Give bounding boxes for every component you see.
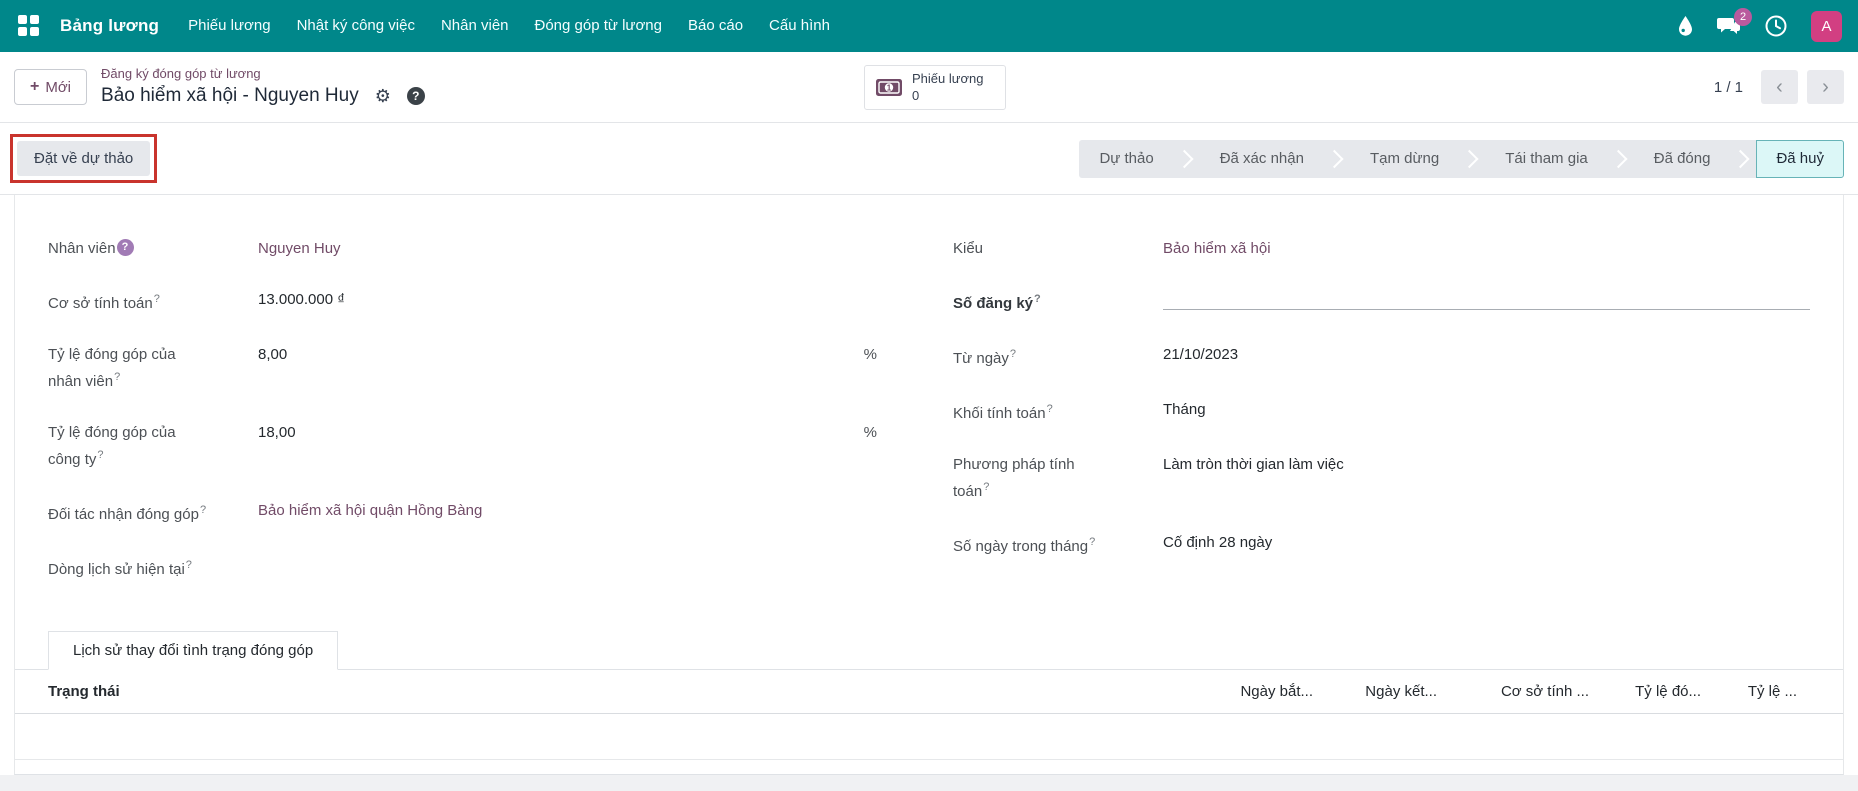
- menu-cau-hinh[interactable]: Cấu hình: [756, 0, 843, 52]
- stat-button-label: Phiếu lương: [912, 71, 983, 88]
- new-button[interactable]: + Mới: [14, 69, 87, 105]
- stage-tam-dung[interactable]: Tạm dừng: [1350, 140, 1459, 178]
- breadcrumb[interactable]: Đăng ký đóng góp từ lương: [101, 67, 425, 81]
- employee-value[interactable]: Nguyen Huy: [258, 237, 341, 260]
- stat-button-value: 0: [912, 88, 983, 105]
- chevron-right-icon: ›: [1822, 77, 1829, 97]
- stage-tai-tham-gia[interactable]: Tái tham gia: [1485, 140, 1608, 178]
- field-type: Kiểu Bảo hiểm xã hội: [953, 237, 1810, 260]
- table-header-row: Trạng thái Ngày bắt... Ngày kết... Cơ sở…: [15, 670, 1843, 714]
- field-from-date: Từ ngày? 21/10/2023: [953, 343, 1810, 370]
- set-to-draft-button[interactable]: Đặt về dự thảo: [17, 141, 150, 176]
- help-icon[interactable]: ?: [407, 87, 425, 105]
- stage-da-dong[interactable]: Đã đóng: [1634, 140, 1731, 178]
- column-header-end-date[interactable]: Ngày kết...: [1313, 683, 1437, 700]
- employee-rate-value[interactable]: 8,00: [258, 343, 287, 366]
- computation-method-value[interactable]: Làm tròn thời gian làm việc: [1163, 453, 1344, 476]
- stage-du-thao[interactable]: Dự thảo: [1079, 140, 1173, 178]
- stage-chevron-icon: [1174, 140, 1200, 178]
- pager-count[interactable]: 1 / 1: [1714, 79, 1743, 96]
- stage-chevron-icon: [1608, 140, 1634, 178]
- gear-icon[interactable]: ⚙: [375, 87, 391, 105]
- field-partner: Đối tác nhận đóng góp? Bảo hiểm xã hội q…: [48, 499, 905, 526]
- stage-da-huy-active[interactable]: Đã huỷ: [1756, 140, 1844, 178]
- type-value[interactable]: Bảo hiểm xã hội: [1163, 237, 1271, 260]
- app-name[interactable]: Bảng lương: [60, 16, 159, 36]
- menu-nhat-ky[interactable]: Nhật ký công việc: [284, 0, 428, 52]
- pager: 1 / 1 ‹ ›: [1714, 70, 1844, 104]
- page-footer-strip: [0, 775, 1858, 791]
- column-header-base[interactable]: Cơ sở tính ...: [1437, 683, 1589, 700]
- svg-text:1: 1: [887, 83, 892, 92]
- activities-droplet-icon[interactable]: [1678, 16, 1693, 36]
- table-empty-body[interactable]: [15, 714, 1843, 760]
- computation-base-value[interactable]: 13.000.000 ₫: [258, 288, 345, 311]
- field-employee: Nhân viên? Nguyen Huy: [48, 237, 905, 260]
- field-company-rate: Tỷ lệ đóng góp của công ty? 18,00 %: [48, 421, 905, 471]
- payslip-stat-button[interactable]: 1 Phiếu lương 0: [864, 65, 1006, 110]
- registration-number-input[interactable]: [1163, 288, 1810, 310]
- top-navbar: Bảng lương Phiếu lương Nhật ký công việc…: [0, 0, 1858, 52]
- stage-indicator: Dự thảo Đã xác nhận Tạm dừng Tái tham gi…: [1079, 140, 1844, 178]
- stage-da-xac-nhan[interactable]: Đã xác nhận: [1200, 140, 1324, 178]
- menu-dong-gop[interactable]: Đóng góp từ lương: [522, 0, 676, 52]
- menu-nhan-vien[interactable]: Nhân viên: [428, 0, 522, 52]
- plus-icon: +: [30, 78, 39, 96]
- annotation-highlight-box: Đặt về dự thảo: [10, 134, 157, 183]
- statusbar: Đặt về dự thảo Dự thảo Đã xác nhận Tạm d…: [0, 123, 1858, 195]
- field-current-history-line: Dòng lịch sử hiện tại?: [48, 554, 905, 581]
- control-panel: + Mới Đăng ký đóng góp từ lương Bảo hiểm…: [0, 52, 1858, 123]
- pager-previous-button[interactable]: ‹: [1761, 70, 1798, 104]
- field-computation-method: Phương pháp tính toán? Làm tròn thời gia…: [953, 453, 1810, 503]
- form-right-column: Kiểu Bảo hiểm xã hội Số đăng ký? Từ ngày…: [953, 237, 1810, 609]
- field-computation-base: Cơ sở tính toán? 13.000.000 ₫: [48, 288, 905, 315]
- question-badge-icon[interactable]: ?: [117, 239, 134, 256]
- new-button-label: Mới: [45, 79, 71, 96]
- partner-value[interactable]: Bảo hiểm xã hội quận Hồng Bàng: [258, 499, 482, 522]
- form-sheet: Nhân viên? Nguyen Huy Cơ sở tính toán? 1…: [14, 195, 1844, 775]
- clock-icon[interactable]: [1765, 15, 1787, 37]
- message-count-badge: 2: [1734, 8, 1752, 26]
- tab-contribution-history[interactable]: Lịch sử thay đổi tình trạng đóng góp: [48, 631, 338, 670]
- form-left-column: Nhân viên? Nguyen Huy Cơ sở tính toán? 1…: [48, 237, 905, 609]
- field-employee-rate: Tỷ lệ đóng góp của nhân viên? 8,00 %: [48, 343, 905, 393]
- percent-unit: %: [864, 421, 905, 444]
- days-in-month-value[interactable]: Cố định 28 ngày: [1163, 531, 1272, 554]
- history-table: Trạng thái Ngày bắt... Ngày kết... Cơ sở…: [15, 670, 1843, 760]
- banknote-icon: 1: [875, 78, 903, 97]
- stage-chevron-icon: [1459, 140, 1485, 178]
- apps-grid-icon[interactable]: [18, 15, 40, 37]
- column-header-status[interactable]: Trạng thái: [48, 683, 1197, 700]
- stage-chevron-icon: [1730, 140, 1756, 178]
- computation-block-value[interactable]: Tháng: [1163, 398, 1206, 421]
- menu-bao-cao[interactable]: Báo cáo: [675, 0, 756, 52]
- field-computation-block: Khối tính toán? Tháng: [953, 398, 1810, 425]
- company-rate-value[interactable]: 18,00: [258, 421, 296, 444]
- field-registration-number: Số đăng ký?: [953, 288, 1810, 315]
- field-days-in-month: Số ngày trong tháng? Cố định 28 ngày: [953, 531, 1810, 558]
- percent-unit: %: [864, 343, 905, 366]
- menu-phieu-luong[interactable]: Phiếu lương: [175, 0, 283, 52]
- from-date-value[interactable]: 21/10/2023: [1163, 343, 1238, 366]
- chevron-left-icon: ‹: [1776, 77, 1783, 97]
- notebook-tab-strip: Lịch sử thay đổi tình trạng đóng góp: [15, 631, 1843, 670]
- pager-next-button[interactable]: ›: [1807, 70, 1844, 104]
- stage-chevron-icon: [1324, 140, 1350, 178]
- column-header-company-rate[interactable]: Tỷ lệ ...: [1701, 683, 1797, 700]
- column-header-employee-rate[interactable]: Tỷ lệ đó...: [1589, 683, 1701, 700]
- avatar[interactable]: A: [1811, 11, 1842, 42]
- messages-icon[interactable]: 2: [1717, 16, 1741, 36]
- column-header-start-date[interactable]: Ngày bắt...: [1197, 683, 1313, 700]
- page-title: Bảo hiểm xã hội - Nguyen Huy: [101, 85, 359, 107]
